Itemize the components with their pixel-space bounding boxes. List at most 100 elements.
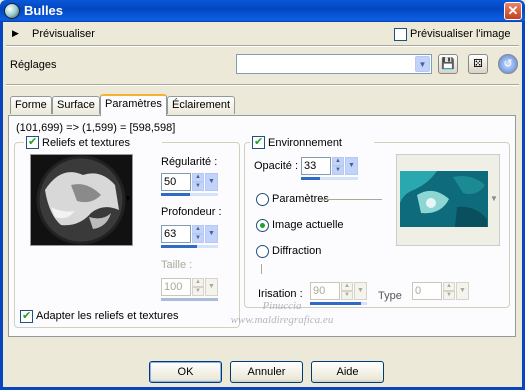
chevron-down-icon[interactable]: ▼ bbox=[205, 173, 218, 191]
opacite-spinner[interactable]: 33 ▲ ▼ ▼ bbox=[301, 157, 359, 181]
type-spinner: 0 ▲ ▼ ▼ bbox=[412, 282, 470, 306]
environment-dropdown-icon[interactable]: ▼ bbox=[490, 194, 498, 203]
spin-down-icon: ▼ bbox=[341, 291, 353, 300]
texture-dropdown-icon[interactable]: ▼ bbox=[124, 194, 132, 203]
random-button[interactable]: ⚄ bbox=[468, 54, 488, 74]
spin-up-icon: ▲ bbox=[443, 282, 455, 291]
reset-icon: ↺ bbox=[503, 58, 513, 70]
spin-down-icon: ▼ bbox=[192, 287, 204, 296]
reliefs-label: Reliefs et textures bbox=[42, 137, 131, 149]
type-input: 0 bbox=[412, 282, 442, 300]
help-button[interactable]: Aide bbox=[311, 361, 384, 383]
preview-label: Prévisualiser bbox=[32, 28, 95, 40]
tab-eclairement[interactable]: Éclairement bbox=[167, 96, 236, 114]
opacite-slider[interactable] bbox=[301, 177, 358, 180]
title-bar[interactable]: Bulles ✕ bbox=[0, 0, 525, 22]
taille-input: 100 bbox=[161, 278, 191, 296]
environment-preview-image bbox=[397, 155, 499, 245]
type-label: Type bbox=[378, 290, 402, 302]
reliefs-checkbox[interactable] bbox=[26, 135, 39, 149]
chevron-down-icon: ▼ bbox=[456, 282, 469, 300]
connector-line bbox=[261, 264, 262, 274]
coords-readout: (101,699) => (1,599) = [598,598] bbox=[16, 122, 176, 134]
divider bbox=[6, 84, 519, 86]
opacite-input[interactable]: 33 bbox=[301, 157, 331, 175]
regularite-spinner[interactable]: 50 ▲ ▼ ▼ bbox=[161, 173, 219, 197]
presets-label: Réglages bbox=[10, 59, 57, 71]
irisation-label: Irisation : bbox=[258, 288, 303, 300]
radio-parametres[interactable] bbox=[256, 193, 269, 206]
profondeur-spinner[interactable]: 63 ▲ ▼ ▼ bbox=[161, 225, 219, 249]
environnement-label: Environnement bbox=[268, 137, 342, 149]
ok-button[interactable]: OK bbox=[149, 361, 222, 383]
radio-diffraction-label: Diffraction bbox=[272, 245, 322, 257]
taille-label: Taille : bbox=[161, 259, 193, 271]
regularite-label: Régularité : bbox=[161, 156, 218, 168]
taille-spinner: 100 ▲ ▼ ▼ bbox=[161, 278, 219, 302]
watermark-line2: www.maldiregrafica.eu bbox=[230, 314, 334, 326]
watermark-line1: Pinuccia bbox=[262, 300, 302, 312]
tab-label: Surface bbox=[57, 99, 95, 111]
taille-slider bbox=[161, 298, 218, 301]
slider-fill bbox=[161, 193, 190, 196]
dice-icon: ⚄ bbox=[473, 58, 483, 70]
presets-combo[interactable]: ▼ bbox=[236, 54, 432, 74]
chevron-down-icon: ▼ bbox=[354, 282, 367, 300]
radio-image-actuelle-label: Image actuelle bbox=[272, 219, 344, 231]
slider-fill bbox=[161, 245, 197, 248]
tab-label: Paramètres bbox=[105, 98, 162, 110]
expand-arrow-icon[interactable]: ▶ bbox=[12, 28, 19, 39]
spin-up-icon[interactable]: ▲ bbox=[192, 225, 204, 234]
slider-fill bbox=[301, 177, 320, 180]
spin-down-icon[interactable]: ▼ bbox=[332, 166, 344, 175]
close-button[interactable]: ✕ bbox=[504, 2, 522, 20]
tab-label: Éclairement bbox=[172, 99, 231, 111]
profondeur-slider[interactable] bbox=[161, 245, 218, 248]
spin-down-icon[interactable]: ▼ bbox=[192, 234, 204, 243]
environment-swatch[interactable] bbox=[396, 154, 500, 246]
environnement-legend: Environnement bbox=[250, 135, 374, 151]
close-icon: ✕ bbox=[507, 3, 519, 18]
profondeur-input[interactable]: 63 bbox=[161, 225, 191, 243]
watermark: Pinuccia www.maldiregrafica.eu bbox=[212, 300, 352, 326]
window-title: Bulles bbox=[24, 3, 64, 18]
radio-diffraction[interactable] bbox=[256, 245, 269, 258]
spin-up-icon: ▲ bbox=[341, 282, 353, 291]
dialog-window: Bulles ✕ ▶ Prévisualiser Prévisualiser l… bbox=[0, 0, 525, 390]
opacite-label: Opacité : bbox=[254, 160, 299, 172]
spin-up-icon[interactable]: ▲ bbox=[332, 157, 344, 166]
connector-line bbox=[320, 199, 382, 200]
reliefs-legend: Reliefs et textures bbox=[24, 135, 162, 151]
chevron-down-icon: ▼ bbox=[205, 278, 218, 296]
profondeur-label: Profondeur : bbox=[161, 206, 222, 218]
app-icon bbox=[4, 3, 20, 19]
spin-up-icon[interactable]: ▲ bbox=[192, 173, 204, 182]
chevron-down-icon[interactable]: ▼ bbox=[345, 157, 358, 175]
radio-image-actuelle[interactable] bbox=[256, 219, 269, 232]
floppy-icon: 💾 bbox=[441, 58, 455, 70]
chevron-down-icon[interactable]: ▼ bbox=[415, 56, 430, 72]
regularite-slider[interactable] bbox=[161, 193, 218, 196]
adapt-reliefs-label: Adapter les reliefs et textures bbox=[36, 310, 179, 322]
tab-parametres[interactable]: Paramètres bbox=[100, 94, 167, 116]
tab-surface[interactable]: Surface bbox=[52, 96, 100, 114]
environnement-checkbox[interactable] bbox=[252, 135, 265, 149]
chevron-down-icon[interactable]: ▼ bbox=[205, 225, 218, 243]
reset-button[interactable]: ↺ bbox=[498, 54, 518, 74]
spin-up-icon: ▲ bbox=[192, 278, 204, 287]
cancel-button[interactable]: Annuler bbox=[230, 361, 303, 383]
texture-swatch[interactable] bbox=[30, 154, 133, 246]
save-preset-button[interactable]: 💾 bbox=[438, 54, 458, 74]
slider-fill bbox=[161, 298, 218, 301]
spin-down-icon: ▼ bbox=[443, 291, 455, 300]
divider bbox=[6, 45, 519, 47]
tab-forme[interactable]: Forme bbox=[10, 96, 52, 114]
adapt-reliefs-checkbox[interactable] bbox=[20, 309, 33, 323]
preview-image-label: Prévisualiser l'image bbox=[410, 28, 511, 40]
irisation-input: 90 bbox=[310, 282, 340, 300]
preview-image-checkbox[interactable] bbox=[394, 28, 407, 41]
texture-preview-image bbox=[31, 155, 132, 245]
regularite-input[interactable]: 50 bbox=[161, 173, 191, 191]
spin-down-icon[interactable]: ▼ bbox=[192, 182, 204, 191]
tab-label: Forme bbox=[15, 99, 47, 111]
